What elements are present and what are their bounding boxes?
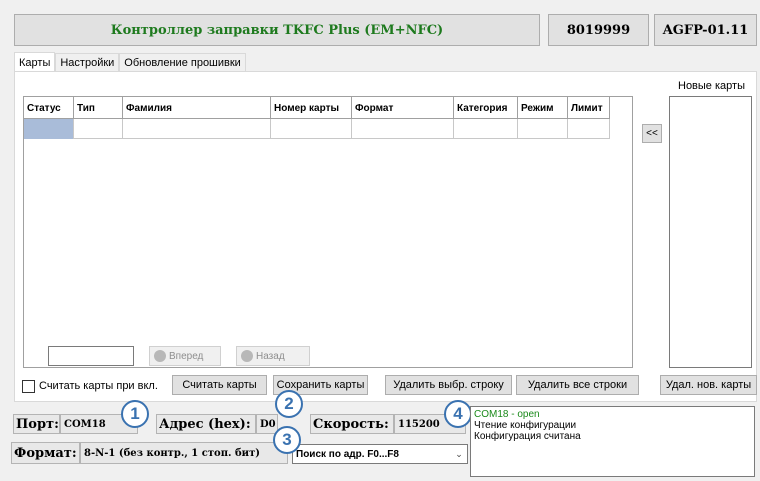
table-cell[interactable] [123,119,271,139]
read-cards-button[interactable]: Считать карты [172,375,267,395]
table-cell[interactable] [271,119,352,139]
new-cards-label: Новые карты [678,80,745,92]
table-cell[interactable] [454,119,518,139]
log-line: Чтение конфигурации [474,420,577,431]
column-type[interactable]: Тип [74,97,123,119]
new-cards-list[interactable] [669,96,752,368]
format-label: Формат: [11,442,80,464]
move-to-table-button[interactable]: << [642,124,662,143]
delete-new-cards-button[interactable]: Удал. нов. карты [660,375,757,395]
firmware-version: AGFP-01.11 [662,22,749,38]
table-cell[interactable] [568,119,610,139]
column-mode[interactable]: Режим [518,97,568,119]
tab-settings[interactable]: Настройки [55,53,120,72]
callout-badge-1: 1 [121,400,149,428]
device-title: Контроллер заправки TKFC Plus (EM+NFC) [110,22,444,38]
format-value[interactable]: 8-N-1 (без контр., 1 стоп. бит) [80,442,288,464]
column-card-number[interactable]: Номер карты [271,97,352,119]
column-status[interactable]: Статус [24,97,74,119]
arrow-right-icon [154,350,166,362]
callout-badge-2: 2 [275,390,303,418]
port-label: Порт: [13,414,60,434]
callout-badge-3: 3 [273,426,301,454]
tab-firmware-update[interactable]: Обновление прошивки [119,53,246,72]
table-cell[interactable] [352,119,454,139]
arrow-left-icon [241,350,253,362]
search-mode-select[interactable]: Поиск по адр. F0...F8 ⌄ [292,444,468,464]
column-category[interactable]: Категория [454,97,518,119]
column-format[interactable]: Формат [352,97,454,119]
status-log[interactable]: COM18 - open Чтение конфигурации Конфигу… [470,406,755,477]
serial-number: 8019999 [566,22,631,38]
table-header: Статус Тип Фамилия Номер карты Формат Ка… [24,97,610,119]
log-line: COM18 - open [474,409,540,420]
column-surname[interactable]: Фамилия [123,97,271,119]
table-cell-selected[interactable] [24,119,74,139]
tab-cards[interactable]: Карты [14,52,56,72]
table-cell[interactable] [74,119,123,139]
read-on-start-label[interactable]: Считать карты при вкл. [39,380,158,392]
serial-number-button[interactable]: 8019999 [548,14,649,46]
search-mode-value: Поиск по адр. F0...F8 [296,448,399,460]
tab-bar: Карты Настройки Обновление прошивки [14,52,246,72]
firmware-version-button[interactable]: AGFP-01.11 [654,14,757,46]
page-input[interactable] [48,346,134,366]
callout-badge-4: 4 [444,400,472,428]
table-cell[interactable] [518,119,568,139]
forward-label: Вперед [169,350,204,362]
address-label: Адрес (hex): [156,414,256,434]
cards-table[interactable]: Статус Тип Фамилия Номер карты Формат Ка… [23,96,633,368]
device-title-button[interactable]: Контроллер заправки TKFC Plus (EM+NFC) [14,14,540,46]
read-on-start-checkbox[interactable] [22,380,35,393]
back-label: Назад [256,350,285,362]
delete-selected-row-button[interactable]: Удалить выбр. строку [385,375,512,395]
table-row[interactable] [24,119,610,139]
log-line: Конфигурация считана [474,431,581,442]
chevron-down-icon: ⌄ [455,448,463,459]
column-limit[interactable]: Лимит [568,97,610,119]
speed-label: Скорость: [310,414,394,434]
delete-all-rows-button[interactable]: Удалить все строки [516,375,639,395]
back-button[interactable]: Назад [236,346,310,366]
forward-button[interactable]: Вперед [149,346,221,366]
